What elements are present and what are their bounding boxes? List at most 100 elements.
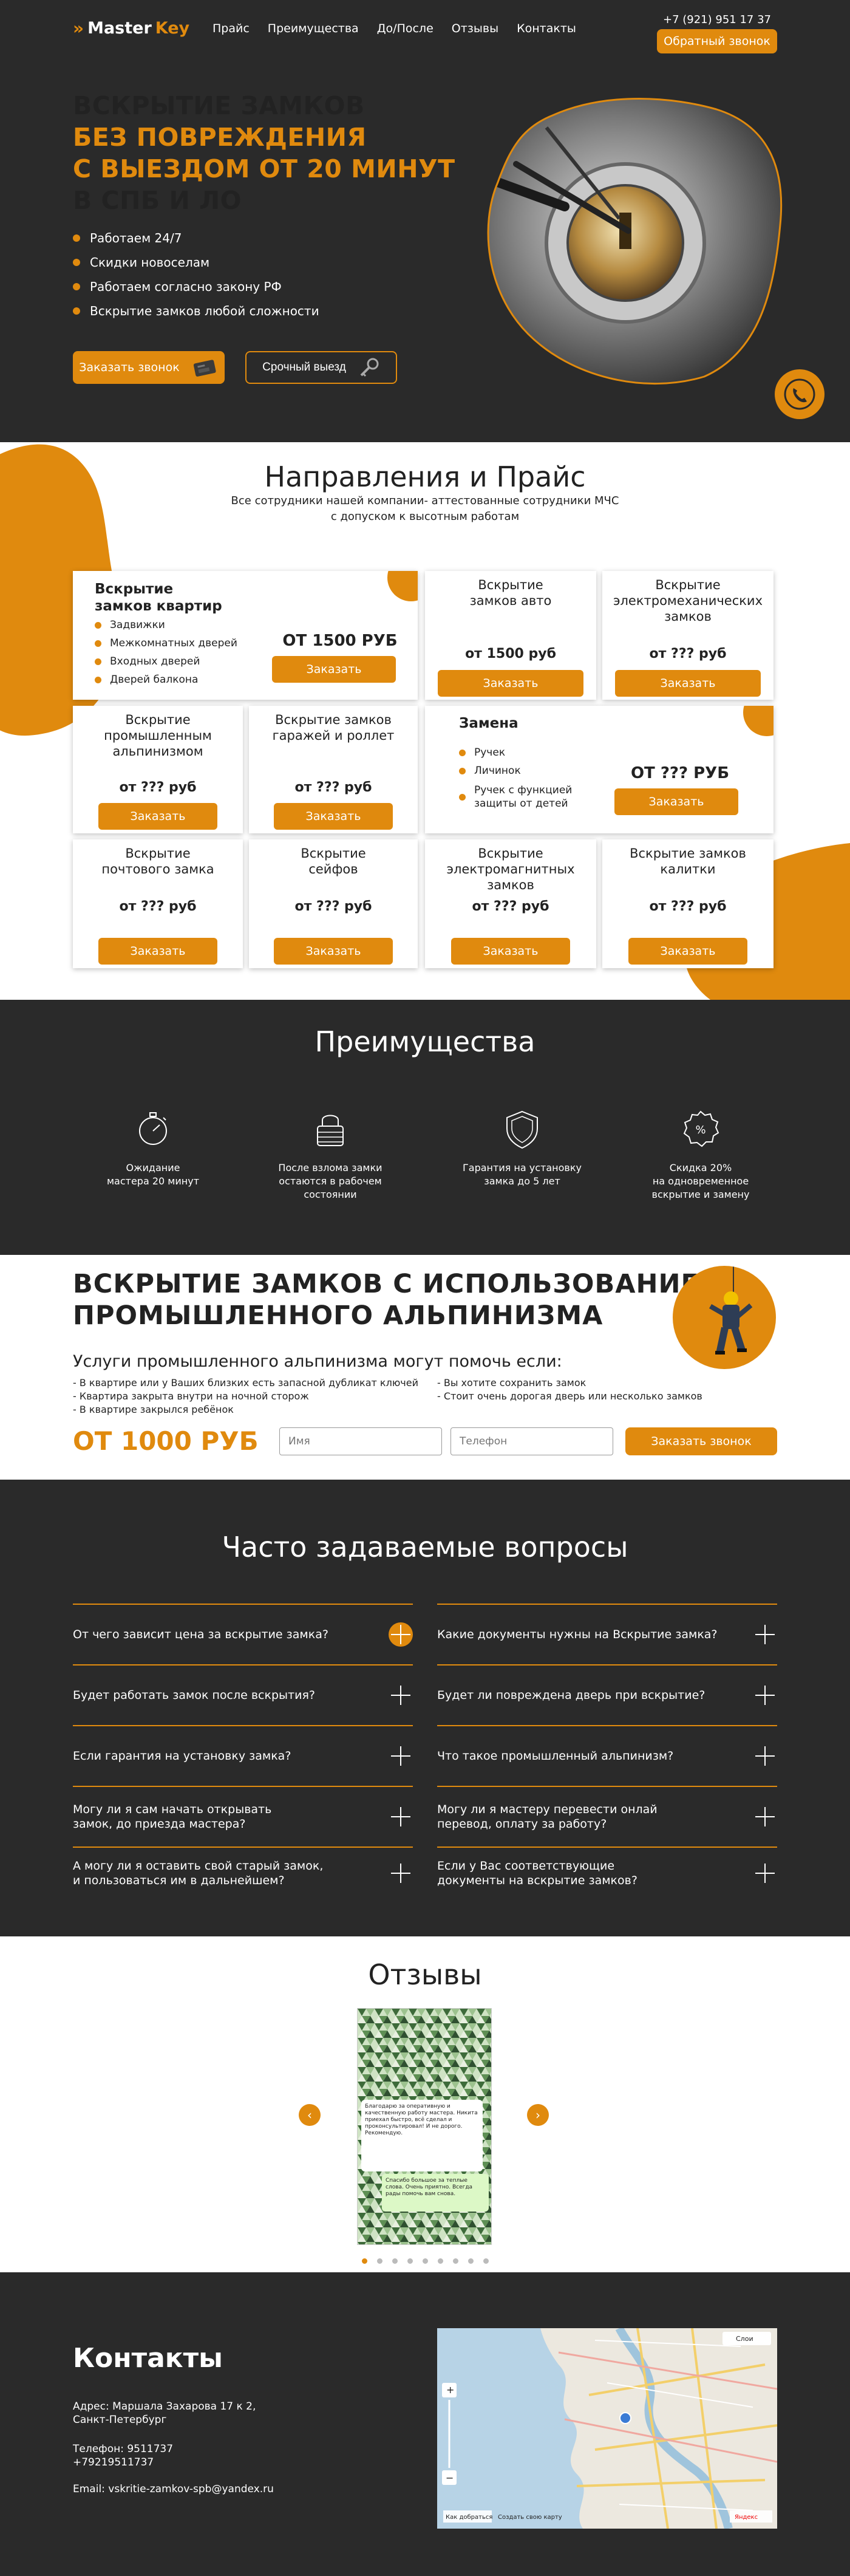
faq-question-text: Если гарантия на установку замка? — [73, 1749, 291, 1763]
faq-question[interactable]: Какие документы нужны на Вскрытие замка? — [437, 1604, 777, 1664]
map-layers-label[interactable]: Слои — [736, 2335, 753, 2343]
card-price: от 1500 руб — [465, 646, 556, 661]
card-title: Вскрытие почтового замка — [101, 846, 214, 876]
order-button[interactable]: Заказать — [98, 803, 217, 830]
advantage-text: Гарантия на установку — [463, 1162, 582, 1174]
faq-question[interactable]: Если у Вас соответствующие документы на … — [437, 1847, 777, 1899]
advantage-item: После взлома замки остаются в рабочем со… — [257, 1108, 403, 1201]
plus-icon[interactable] — [753, 1683, 777, 1707]
alpinism-price: ОТ 1000 РУБ — [73, 1426, 259, 1456]
plus-icon[interactable] — [389, 1861, 413, 1885]
name-input[interactable] — [279, 1427, 442, 1455]
phone-input[interactable] — [450, 1427, 613, 1455]
contact-email[interactable]: Email: vskritie-zamkov-spb@yandex.ru — [73, 2482, 274, 2496]
alpinism-subtitle: Услуги промышленного альпинизма могут по… — [73, 1352, 562, 1371]
order-button[interactable]: Заказать — [274, 803, 393, 830]
faq-question[interactable]: Будет ли повреждена дверь при вскрытие? — [437, 1664, 777, 1725]
plus-icon[interactable] — [389, 1744, 413, 1768]
map-route-label[interactable]: Как добраться — [446, 2514, 492, 2521]
faq-question[interactable]: Если гарантия на установку замка? — [73, 1725, 413, 1786]
hero-title-line: С ВЫЕЗДОМ ОТ 20 МИНУТ — [73, 154, 455, 183]
logo[interactable]: » Master Key — [73, 18, 189, 38]
hero-bullet-text: Работаем 24/7 — [90, 231, 182, 245]
plus-icon[interactable] — [753, 1861, 777, 1885]
order-call-button[interactable]: Заказать звонок — [73, 351, 225, 384]
header-phone[interactable]: +7 (921) 951 17 37 — [663, 13, 771, 26]
nav-item-price[interactable]: Прайс — [212, 22, 250, 35]
hero-bullet: Вскрытие замков любой сложности — [73, 299, 319, 323]
carousel-dot[interactable] — [483, 2258, 489, 2264]
faq-question[interactable]: Могу ли я мастеру перевести онлай перево… — [437, 1786, 777, 1847]
carousel-dot[interactable] — [437, 2258, 443, 2264]
plus-icon[interactable] — [753, 1744, 777, 1768]
hero-section: » Master Key Прайс Преимущества До/После … — [0, 0, 850, 442]
climber-illustration — [673, 1266, 776, 1369]
faq-question-text: Будет ли повреждена дверь при вскрытие? — [437, 1689, 706, 1702]
order-button[interactable]: Заказать — [274, 938, 393, 965]
card-title: Вскрытие электромеханических замков — [613, 578, 763, 624]
faq-question-text: Будет работать замок после вскрытия? — [73, 1689, 315, 1702]
card-price: ОТ ??? РУБ — [630, 764, 730, 782]
card-price: от ??? руб — [472, 899, 549, 914]
faq-question-text: Могу ли я сам начать открывать замок, до… — [73, 1803, 272, 1831]
faq-question[interactable]: А могу ли я оставить свой старый замок, … — [73, 1847, 413, 1899]
carousel-dot[interactable] — [407, 2258, 413, 2264]
prices-subtitle-line: Все сотрудники нашей компании- аттестова… — [231, 494, 619, 507]
card-price: от ??? руб — [649, 899, 727, 914]
order-button[interactable]: Заказать — [451, 938, 570, 965]
order-button[interactable]: Заказать — [628, 938, 747, 965]
faq-question[interactable]: Будет работать замок после вскрытия? — [73, 1664, 413, 1725]
plus-icon[interactable] — [389, 1622, 413, 1647]
reviews-title: Отзывы — [368, 1958, 482, 1991]
plus-icon[interactable] — [753, 1805, 777, 1829]
carousel-dot[interactable] — [376, 2258, 382, 2264]
floating-call-button[interactable] — [775, 369, 824, 419]
plus-icon[interactable] — [389, 1805, 413, 1829]
order-button[interactable]: Заказать — [615, 670, 761, 697]
advantage-text: После взлома замки — [278, 1162, 382, 1174]
plus-icon[interactable] — [389, 1683, 413, 1707]
alpinism-title-line: ВСКРЫТИЕ ЗАМКОВ С ИСПОЛЬЗОВАНИЕМ — [73, 1269, 726, 1299]
discount-badge-icon: % — [683, 1110, 719, 1147]
urgent-visit-button[interactable]: Срочный выезд — [245, 351, 397, 384]
order-button[interactable]: Заказать — [438, 670, 583, 697]
order-button[interactable]: Заказать — [272, 656, 396, 683]
carousel-prev-button[interactable]: ‹ — [299, 2104, 321, 2126]
nav-item-before-after[interactable]: До/После — [377, 22, 433, 35]
nav-item-reviews[interactable]: Отзывы — [452, 22, 498, 35]
map-zoom-in[interactable]: + — [446, 2384, 454, 2396]
card-title: Вскрытие сейфов — [301, 846, 366, 876]
nav-item-advantages[interactable]: Преимущества — [268, 22, 359, 35]
carousel-dot[interactable] — [467, 2258, 474, 2264]
advantage-text: остаются в рабочем — [279, 1175, 382, 1187]
reviews-section: Отзывы ‹ › Благодарю за оперативную и ка… — [0, 1936, 850, 2272]
faq-question[interactable]: Что такое промышленный альпинизм? — [437, 1725, 777, 1786]
carousel-dot[interactable] — [452, 2258, 458, 2264]
prices-title: Направления и Прайс — [264, 460, 586, 493]
card-feature-list: Задвижки Межкомнатных дверей Входных две… — [95, 616, 237, 689]
alpinism-section: ВСКРЫТИЕ ЗАМКОВ С ИСПОЛЬЗОВАНИЕМ ПРОМЫШЛ… — [0, 1255, 850, 1480]
map-create-label[interactable]: Создать свою карту — [498, 2514, 562, 2521]
order-button[interactable]: Заказать — [614, 788, 738, 815]
carousel-dot[interactable] — [392, 2258, 398, 2264]
card-feature: Ручек с функцией защиты от детей — [459, 784, 593, 810]
plus-icon[interactable] — [753, 1622, 777, 1647]
price-card: Вскрытие сейфов от ??? руб Заказать — [249, 839, 418, 968]
card-feature: Личинок — [459, 762, 593, 780]
map-zoom-out[interactable]: − — [446, 2472, 454, 2484]
faq-question[interactable]: От чего зависит цена за вскрытие замка? — [73, 1604, 413, 1664]
order-button[interactable]: Заказать — [98, 938, 217, 965]
carousel-dot[interactable] — [361, 2258, 367, 2264]
hero-bullet: Скидки новоселам — [73, 250, 319, 275]
carousel-dot[interactable] — [422, 2258, 428, 2264]
faq-question[interactable]: Могу ли я сам начать открывать замок, до… — [73, 1786, 413, 1847]
callback-button[interactable]: Обратный звонок — [657, 29, 777, 53]
price-card: Вскрытие промышленным альпинизмом от ???… — [73, 706, 243, 833]
contact-phone[interactable]: Телефон: 9511737 +79219511737 — [73, 2442, 173, 2469]
carousel-next-button[interactable]: › — [527, 2104, 549, 2126]
location-map[interactable]: Как добраться Создать свою карту Яндекс … — [437, 2328, 777, 2529]
contacts-title: Контакты — [73, 2343, 223, 2374]
card-feature: Ручек — [459, 743, 593, 762]
alpinism-order-call-button[interactable]: Заказать звонок — [625, 1427, 777, 1455]
nav-item-contacts[interactable]: Контакты — [517, 22, 576, 35]
